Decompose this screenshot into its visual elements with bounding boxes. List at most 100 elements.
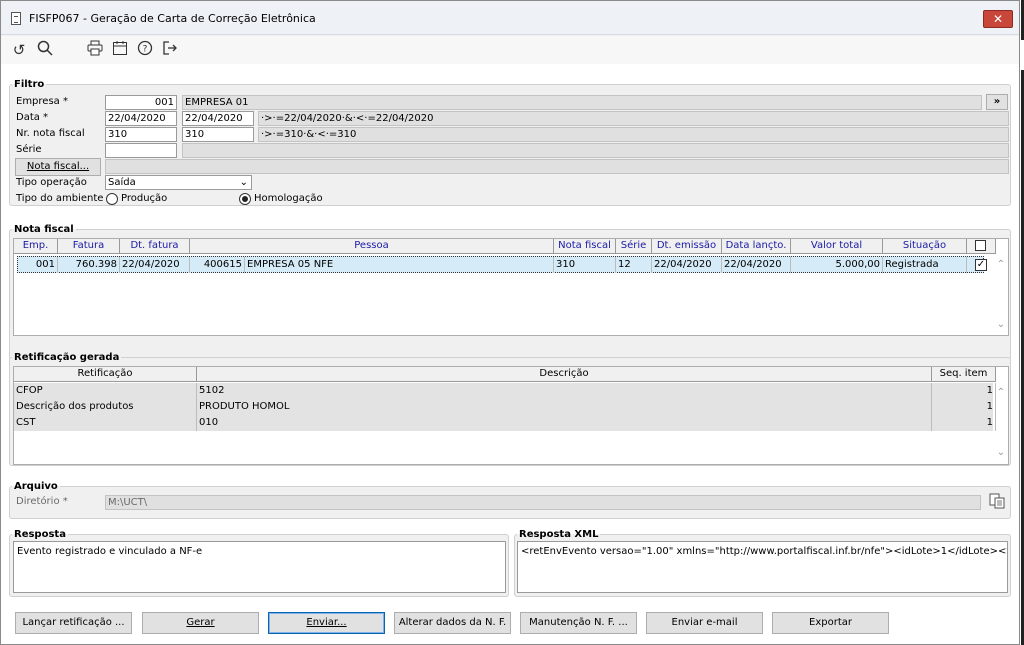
empresa-code-input[interactable]: 001 [105, 95, 177, 110]
col-select-all[interactable] [967, 239, 996, 254]
main-window: FISFP067 - Geração de Carta de Correção … [0, 0, 1020, 645]
col-fatura[interactable]: Fatura [58, 239, 120, 254]
cell-dt-emissao: 22/04/2020 [652, 257, 722, 273]
title-bar[interactable]: FISFP067 - Geração de Carta de Correção … [1, 1, 1019, 35]
diretorio-input[interactable]: M:\UCT\ [105, 495, 981, 510]
enviar-label: Enviar... [306, 617, 347, 628]
calendar-icon[interactable] [110, 40, 130, 60]
col-seq-item[interactable]: Seq. item [932, 367, 996, 382]
serie-expression-field [182, 143, 1009, 158]
col-data-lancto[interactable]: Data lançto. [722, 239, 791, 254]
radio-homologacao-label: Homologação [254, 193, 323, 204]
nf-from-input[interactable]: 310 [105, 127, 177, 142]
tipo-operacao-select[interactable]: Saída ⌄ [105, 175, 252, 190]
col-nota-fiscal[interactable]: Nota fiscal [554, 239, 616, 254]
svg-text:?: ? [143, 45, 148, 55]
cell-seq-item: 1 [932, 383, 996, 399]
data-expression-field: ·>·=22/04/2020·&·<·=22/04/2020 [258, 111, 1009, 126]
close-button[interactable]: ✕ [983, 10, 1013, 28]
data-from-input[interactable]: 22/04/2020 [105, 111, 177, 126]
col-situacao[interactable]: Situação [883, 239, 967, 254]
retificacao-grid: Retificação Descrição Seq. item CFOP 510… [13, 366, 1009, 465]
cell-nota-fiscal: 310 [554, 257, 616, 273]
cell-valor-total: 5.000,00 [791, 257, 883, 273]
document-icon [11, 12, 21, 25]
nota-fiscal-button[interactable]: Nota fiscal... [15, 158, 101, 176]
form-content: Filtro Empresa * 001 EMPRESA 01 » Data *… [1, 64, 1019, 644]
col-retificacao[interactable]: Retificação [14, 367, 197, 382]
nota-fiscal-grid: Emp. Fatura Dt. fatura Pessoa Nota fisca… [13, 238, 1009, 336]
cell-pessoa-code: 400615 [190, 257, 245, 273]
exportar-button[interactable]: Exportar [772, 612, 889, 634]
col-dt-emissao[interactable]: Dt. emissão [652, 239, 722, 254]
nf-to-input[interactable]: 310 [182, 127, 254, 142]
nota-fiscal-field [105, 159, 1009, 174]
exportar-label: Exportar [809, 617, 852, 628]
scroll-up-icon[interactable]: ⌃ [994, 387, 1008, 398]
cell-retificacao: CFOP [14, 383, 197, 399]
cell-descricao: 010 [197, 415, 932, 431]
scroll-down-icon[interactable]: ⌄ [994, 319, 1008, 330]
nota-fiscal-button-label: Nota fiscal... [26, 161, 90, 172]
row-checkbox-checked[interactable]: ✓ [975, 259, 987, 271]
cell-dt-fatura: 22/04/2020 [120, 257, 190, 273]
empresa-name-field: EMPRESA 01 [182, 95, 982, 110]
col-descricao[interactable]: Descrição [197, 367, 932, 382]
col-dt-fatura[interactable]: Dt. fatura [120, 239, 190, 254]
cell-fatura: 760.398 [58, 257, 120, 273]
resposta-xml-textarea[interactable]: <retEnvEvento versao="1.00" xmlns="http:… [517, 541, 1008, 593]
alterar-dados-label: Alterar dados da N. F. [398, 617, 507, 628]
col-serie[interactable]: Série [616, 239, 652, 254]
print-icon[interactable] [85, 40, 105, 60]
retificacao-legend: Retificação gerada [14, 352, 120, 363]
select-all-checkbox[interactable] [975, 240, 986, 251]
enviar-email-button[interactable]: Enviar e-mail [646, 612, 763, 634]
serie-label: Série [16, 144, 42, 155]
cell-retificacao: Descrição dos produtos [14, 399, 197, 415]
exit-icon[interactable] [160, 40, 180, 60]
nota-fiscal-legend: Nota fiscal [14, 224, 74, 235]
serie-input[interactable] [105, 143, 177, 158]
cell-seq-item: 1 [932, 415, 996, 431]
resposta-legend: Resposta [14, 529, 66, 540]
cell-pessoa-name: EMPRESA 05 NFE [245, 257, 554, 273]
enviar-email-label: Enviar e-mail [671, 617, 738, 628]
toolbar: ↺ ? [1, 36, 1019, 64]
arquivo-legend: Arquivo [14, 481, 58, 492]
data-to-input[interactable]: 22/04/2020 [182, 111, 254, 126]
filtro-legend: Filtro [14, 79, 45, 90]
manutencao-nf-button[interactable]: Manutenção N. F. ... [520, 612, 637, 634]
lancar-retificacao-button[interactable]: Lançar retificação ... [15, 612, 132, 634]
lancar-retificacao-label: Lançar retificação ... [22, 617, 125, 628]
help-icon[interactable]: ? [135, 40, 155, 60]
tipo-operacao-label: Tipo operação [16, 177, 87, 188]
cell-serie: 12 [616, 257, 652, 273]
col-emp[interactable]: Emp. [14, 239, 58, 254]
scroll-down-icon[interactable]: ⌄ [994, 447, 1008, 458]
cell-seq-item: 1 [932, 399, 996, 415]
search-icon[interactable] [35, 40, 55, 60]
enviar-button[interactable]: Enviar... [268, 612, 385, 634]
col-pessoa[interactable]: Pessoa [190, 239, 554, 254]
undo-icon[interactable]: ↺ [9, 40, 29, 60]
resposta-xml-legend: Resposta XML [519, 529, 599, 540]
tipo-operacao-value: Saída [108, 177, 136, 188]
window-title: FISFP067 - Geração de Carta de Correção … [29, 12, 316, 25]
data-label: Data * [16, 112, 49, 123]
empresa-label: Empresa * [16, 96, 68, 107]
cell-data-lancto: 22/04/2020 [722, 257, 791, 273]
chevron-down-icon: ⌄ [239, 177, 248, 188]
radio-homologacao[interactable] [239, 193, 251, 205]
resposta-textarea[interactable]: Evento registrado e vinculado a NF-e [13, 541, 506, 593]
nf-label: Nr. nota fiscal [16, 128, 85, 139]
col-valor-total[interactable]: Valor total [791, 239, 883, 254]
gerar-button[interactable]: Gerar [142, 612, 259, 634]
tipo-ambiente-label: Tipo do ambiente [16, 193, 104, 204]
cell-descricao: 5102 [197, 383, 932, 399]
cell-situacao: Registrada [883, 257, 967, 273]
folder-browse-icon[interactable] [989, 493, 1005, 512]
radio-producao[interactable] [106, 193, 118, 205]
alterar-dados-button[interactable]: Alterar dados da N. F. [394, 612, 511, 634]
scroll-up-icon[interactable]: ⌃ [994, 259, 1008, 270]
empresa-more-button[interactable]: » [986, 94, 1008, 110]
